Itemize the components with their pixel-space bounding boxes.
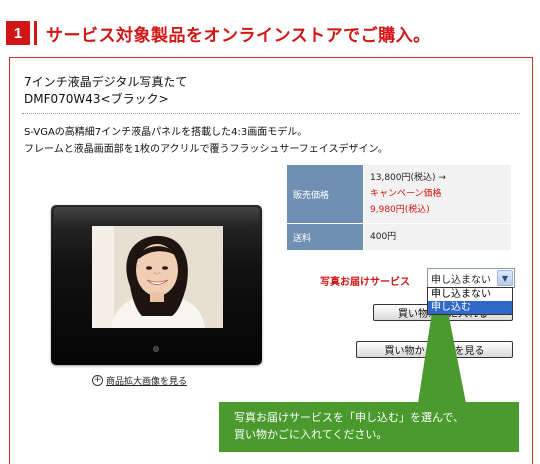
shipping-row: 送料 400円 (286, 223, 512, 251)
instruction-callout: 写真お届けサービスを「申し込む」を選んで、 買い物かごに入れてください。 (219, 402, 519, 452)
photo-service-selected-value: 申し込まない (431, 274, 491, 286)
product-description: S-VGAの高精細7インチ液晶パネルを搭載した4:3画面モデル。 フレームと液晶… (24, 124, 388, 158)
step-header: 1 サービス対象製品をオンラインストアでご購入。 (6, 20, 431, 46)
view-cart-button[interactable]: 買い物かごの中を見る (356, 341, 513, 358)
power-led (153, 346, 159, 352)
step-number: 1 (6, 21, 30, 45)
desc-line2: フレームと液晶画面部を1枚のアクリルで覆うフラッシュサーフェイスデザイン。 (24, 144, 388, 155)
frame-shine (54, 207, 259, 227)
photo-service-options: 申し込まない 申し込む (427, 287, 513, 315)
callout-line2: 買い物かごに入れてください。 (234, 428, 388, 441)
chevron-down-icon[interactable]: ▼ (497, 270, 513, 286)
zoom-image-link[interactable]: + 商品拡大画像を見る (92, 374, 187, 387)
shipping-label: 送料 (286, 223, 364, 251)
price-label: 販売価格 (286, 164, 364, 224)
photo-frame-image (51, 205, 262, 365)
divider (22, 113, 520, 114)
regular-price: 13,800円(税込) → (370, 173, 446, 183)
price-table: 販売価格 13,800円(税込) → キャンペーン価格 9,980円(税込) 送… (286, 164, 512, 251)
zoom-in-icon: + (92, 375, 103, 386)
photo-service-label: 写真お届けサービス (320, 277, 410, 288)
desc-line1: S-VGAの高精細7インチ液晶パネルを搭載した4:3画面モデル。 (24, 127, 308, 138)
frame-screen (92, 226, 223, 328)
step-bar (34, 21, 37, 45)
shipping-value: 400円 (363, 223, 512, 251)
zoom-image-link-text: 商品拡大画像を見る (106, 377, 188, 387)
woman-portrait-icon (92, 226, 223, 328)
callout-line1: 写真お届けサービスを「申し込む」を選んで、 (234, 411, 465, 424)
photo-service-select[interactable]: 申し込まない ▼ (427, 268, 515, 288)
product-name-line1: 7インチ液晶デジタル写真たて (24, 75, 188, 89)
option-apply[interactable]: 申し込む (428, 301, 512, 314)
product-name-line2: DMF070W43<ブラック> (24, 92, 169, 106)
price-value: 13,800円(税込) → キャンペーン価格 9,980円(税込) (363, 164, 512, 224)
header-title: サービス対象製品をオンラインストアでご購入。 (46, 25, 431, 46)
option-do-not-apply[interactable]: 申し込まない (428, 288, 512, 301)
campaign-label: キャンペーン価格 (370, 189, 442, 199)
product-name: 7インチ液晶デジタル写真たて DMF070W43<ブラック> (24, 74, 187, 108)
campaign-price: 9,980円(税込) (370, 205, 430, 215)
price-row: 販売価格 13,800円(税込) → キャンペーン価格 9,980円(税込) (286, 164, 512, 224)
